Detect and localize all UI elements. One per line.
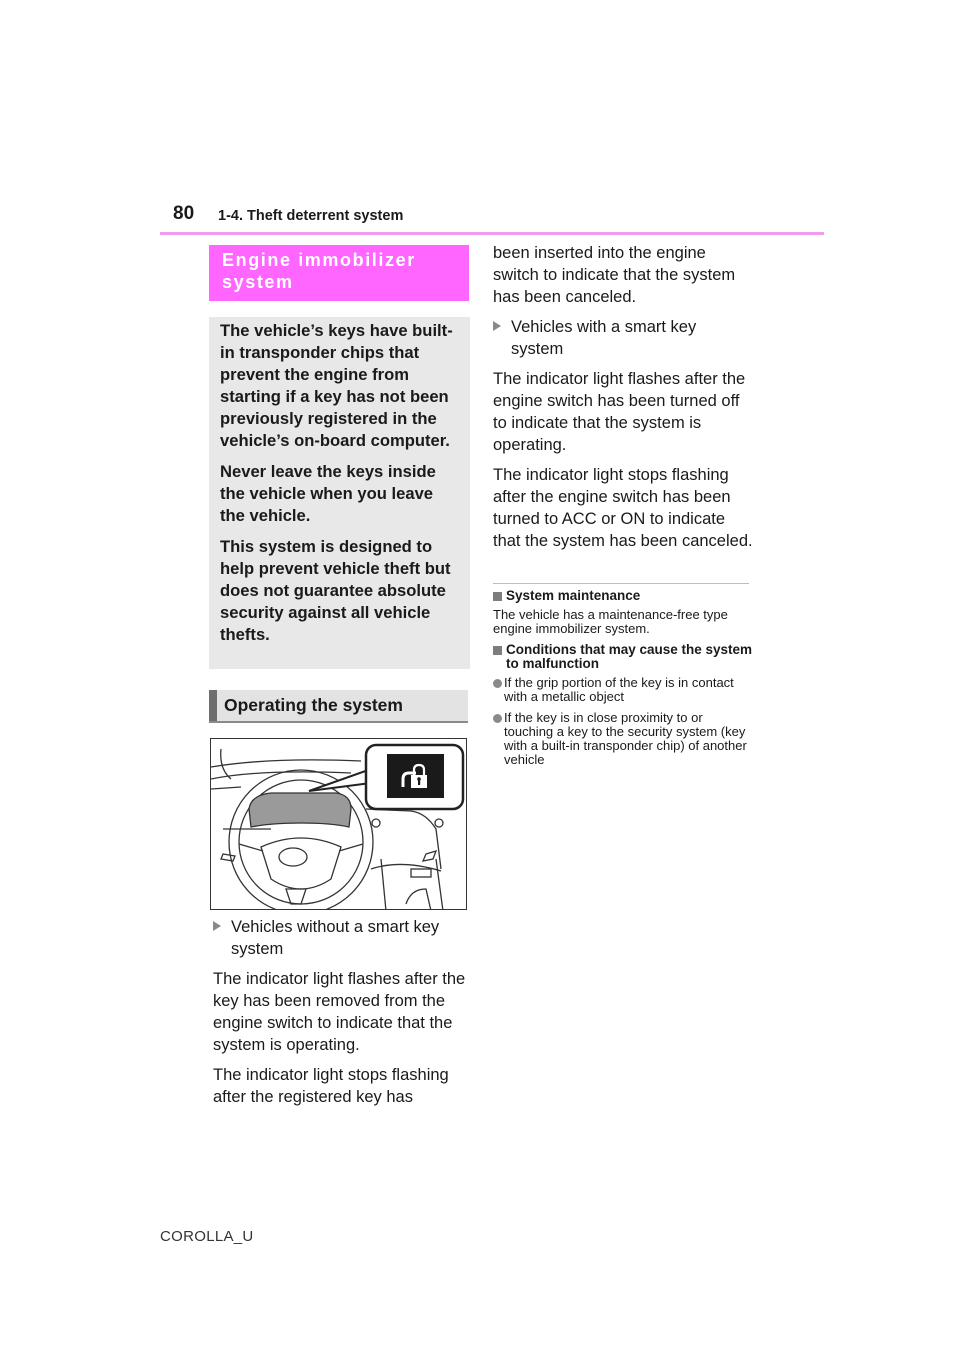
intro-box: The vehicle’s keys have built-in transpo… [209,317,470,669]
malfunction-bullet-text: If the grip portion of the key is in con… [504,675,734,704]
maintenance-text: The vehicle has a maintenance-free type … [493,607,728,636]
malfunction-bullet: If the key is in close proximity to or t… [493,711,753,767]
section-title: 1-4. Theft deterrent system [218,208,404,224]
intro-paragraph: The vehicle’s keys have built-in transpo… [220,321,453,450]
dashboard-drawing [211,743,465,909]
left-column-text: Vehicles without a smart key system The … [213,916,471,1116]
without-smart-key-text: Vehicles without a smart key system [231,918,440,958]
malfunction-heading: Conditions that may cause the system to … [493,643,753,671]
maintenance-heading-text: System maintenance [506,588,641,603]
engine-immobilizer-heading: Engine immobilizer system [209,245,469,301]
with-smart-key-paragraph: The indicator light stops flashing after… [493,466,753,550]
without-smart-key-paragraph: The indicator light stops flashing after… [213,1066,449,1106]
with-smart-key-text: Vehicles with a smart key system [511,318,697,358]
circle-bullet-icon [493,714,502,723]
operating-heading: Operating the system [209,690,468,723]
maintenance-heading: System maintenance [493,589,753,603]
square-bullet-icon [493,592,502,601]
dashboard-illustration [210,738,467,910]
heading-accent-bar [209,690,217,721]
intro-paragraph: This system is designed to help prevent … [220,537,451,644]
malfunction-heading-text: Conditions that may cause the system to … [506,642,753,671]
circle-bullet-icon [493,679,502,688]
square-bullet-icon [493,646,502,655]
notes-divider [493,583,749,584]
triangle-bullet-icon [493,321,501,331]
with-smart-key-label: Vehicles with a smart key system [493,316,753,360]
malfunction-bullet: If the grip portion of the key is in con… [493,676,753,704]
notes-section: System maintenance The vehicle has a mai… [493,589,753,774]
right-column-text: been inserted into the engine switch to … [493,242,753,560]
triangle-bullet-icon [213,921,221,931]
header-divider [160,232,824,235]
intro-paragraph: Never leave the keys inside the vehicle … [220,462,436,525]
with-smart-key-paragraph: The indicator light flashes after the en… [493,370,746,454]
without-smart-key-label: Vehicles without a smart key system [213,916,471,960]
operating-heading-text: Operating the system [224,695,403,715]
page-number: 80 [173,203,195,224]
malfunction-bullet-text: If the key is in close proximity to or t… [504,710,747,767]
without-smart-key-continuation: been inserted into the engine switch to … [493,244,736,306]
footer-model: COROLLA_U [160,1228,254,1245]
without-smart-key-paragraph: The indicator light flashes after the ke… [213,970,466,1054]
